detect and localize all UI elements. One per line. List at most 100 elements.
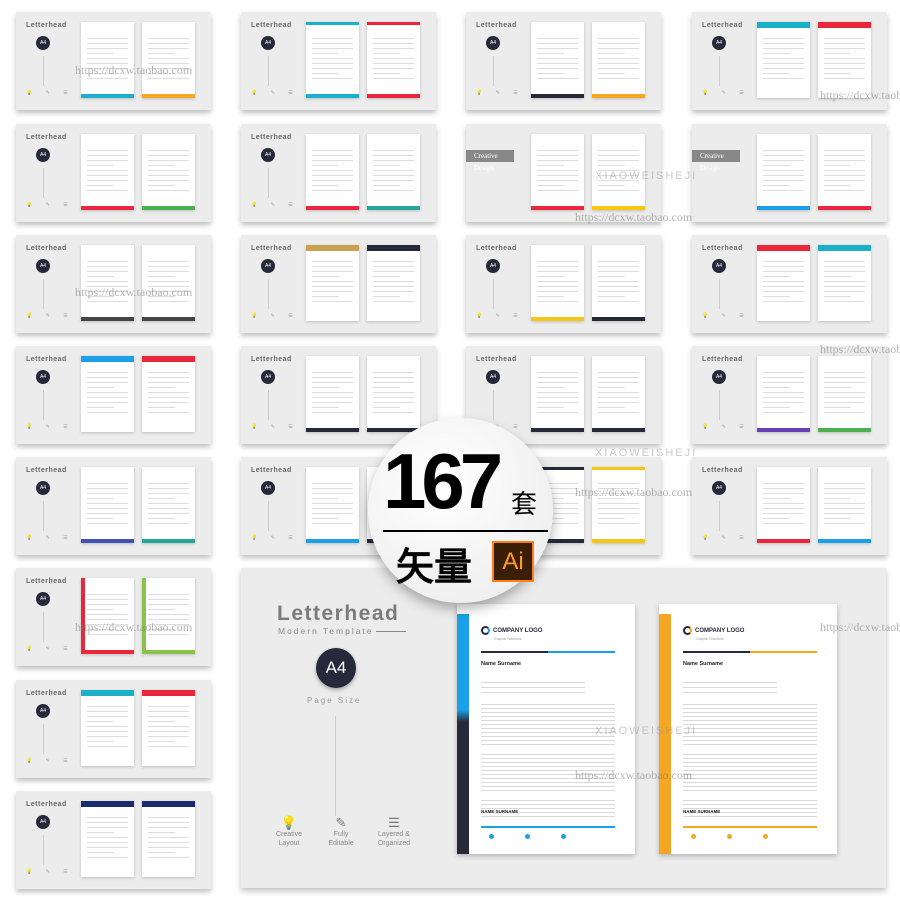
thumb-title: Letterhead bbox=[476, 22, 517, 29]
letterhead-thumbnail: Letterhead A4 💡 ✎ ☰ bbox=[16, 12, 211, 110]
lightbulb-icon: 💡 bbox=[280, 815, 298, 830]
thumb-title: Letterhead bbox=[476, 356, 517, 363]
letterhead-page bbox=[306, 134, 359, 210]
thumb-title: Letterhead bbox=[26, 690, 67, 697]
divider bbox=[335, 716, 336, 816]
letterhead-page bbox=[592, 245, 645, 321]
page-size-badge: A4 bbox=[316, 648, 356, 688]
thumb-title: Letterhead bbox=[26, 801, 67, 808]
thumb-title: Letterhead bbox=[26, 22, 67, 29]
feature-0: 💡 Creative Layout bbox=[269, 815, 309, 848]
letterhead-page bbox=[81, 356, 134, 432]
feature-icons: 💡 ✎ ☰ bbox=[251, 313, 299, 319]
vector-label: 矢量 bbox=[396, 547, 473, 589]
divider bbox=[43, 835, 44, 865]
divider bbox=[493, 56, 494, 86]
a4-badge: A4 bbox=[36, 370, 50, 384]
letterhead-thumbnail: Letterhead A4 💡 ✎ ☰ bbox=[16, 791, 211, 889]
feature-1: ✎ Fully Editable bbox=[321, 815, 361, 848]
feature-icons: 💡 ✎ ☰ bbox=[26, 869, 74, 875]
showcase-subtitle: Modern Template bbox=[278, 626, 374, 636]
a4-badge: A4 bbox=[486, 370, 500, 384]
letterhead-page bbox=[81, 578, 134, 654]
divider bbox=[719, 501, 720, 531]
letterhead-page bbox=[306, 22, 359, 98]
edit-icon: ✎ bbox=[335, 815, 347, 830]
feature-icons: 💡 ✎ ☰ bbox=[26, 758, 74, 764]
divider bbox=[268, 390, 269, 420]
letterhead-page bbox=[367, 134, 420, 210]
feature-icons: 💡 ✎ ☰ bbox=[26, 646, 74, 652]
footer-rule bbox=[683, 826, 817, 828]
letterhead-page bbox=[818, 245, 871, 321]
thumb-title: Letterhead bbox=[702, 356, 743, 363]
letterhead-page bbox=[306, 467, 359, 543]
thumb-title: Letterhead bbox=[702, 467, 743, 474]
feature-icons: 💡 ✎ ☰ bbox=[702, 424, 750, 430]
letterhead-page bbox=[818, 22, 871, 98]
letterhead-page bbox=[142, 801, 195, 877]
letterhead-page bbox=[306, 245, 359, 321]
count-unit: 套 bbox=[511, 489, 538, 519]
a4-badge: A4 bbox=[36, 704, 50, 718]
letterhead-thumbnail: Letterhead A4 💡 ✎ ☰ bbox=[16, 680, 211, 778]
thumb-title: Letterhead bbox=[251, 22, 292, 29]
feature-icons: 💡 ✎ ☰ bbox=[702, 313, 750, 319]
feature-label: Creative bbox=[275, 831, 303, 838]
thumb-title: Letterhead bbox=[26, 356, 67, 363]
divider bbox=[719, 56, 720, 86]
divider bbox=[719, 279, 720, 309]
company-tagline: Graphic Solutions bbox=[696, 637, 724, 641]
letterhead-page bbox=[531, 134, 584, 210]
divider bbox=[43, 56, 44, 86]
thumb-title: Letterhead bbox=[26, 245, 67, 252]
feature-icons: 💡 ✎ ☰ bbox=[26, 535, 74, 541]
letterhead-thumbnail: Letterhead A4 💡 ✎ ☰ bbox=[16, 124, 211, 222]
letterhead-page bbox=[757, 467, 810, 543]
thumb-title: Letterhead bbox=[702, 245, 743, 252]
divider bbox=[43, 501, 44, 531]
recipient-name: Name Surname bbox=[683, 661, 724, 667]
letterhead-page bbox=[367, 245, 420, 321]
letterhead-page bbox=[81, 22, 134, 98]
signature-name: NAME SURNAME bbox=[683, 809, 721, 814]
letterhead-page bbox=[142, 578, 195, 654]
letterhead-thumbnail: Letterhead A4 💡 ✎ ☰ bbox=[241, 346, 436, 444]
letterhead-page bbox=[531, 245, 584, 321]
feature-label: Layered & bbox=[378, 831, 410, 838]
divider bbox=[43, 168, 44, 198]
letterhead-thumbnail: Letterhead A4 💡 ✎ ☰ bbox=[692, 12, 887, 110]
letterhead-page bbox=[757, 134, 810, 210]
letterhead-page bbox=[81, 245, 134, 321]
feature-icons: 💡 ✎ ☰ bbox=[702, 90, 750, 96]
a4-badge: A4 bbox=[712, 370, 726, 384]
letterhead-page bbox=[81, 690, 134, 766]
divider bbox=[43, 279, 44, 309]
page-size-label: Page Size bbox=[307, 696, 362, 705]
letterhead-page bbox=[757, 245, 810, 321]
company-logo: COMPANY LOGO bbox=[481, 626, 542, 635]
a4-badge: A4 bbox=[712, 481, 726, 495]
letterhead-page bbox=[142, 134, 195, 210]
letterhead-preview-page: COMPANY LOGO Graphic Solutions Name Surn… bbox=[659, 604, 837, 854]
divider bbox=[493, 279, 494, 309]
showcase-title: Letterhead bbox=[277, 602, 400, 625]
letterhead-thumbnail: Letterhead A4 💡 ✎ ☰ bbox=[466, 12, 661, 110]
thumb-title: Letterhead bbox=[251, 356, 292, 363]
divider bbox=[268, 501, 269, 531]
letterhead-page bbox=[592, 467, 645, 543]
divider bbox=[268, 56, 269, 86]
company-tagline: Graphic Solutions bbox=[494, 637, 522, 641]
feature-icons: 💡 ✎ ☰ bbox=[26, 202, 74, 208]
feature-label: Editable bbox=[328, 840, 354, 847]
feature-icons: 💡 ✎ ☰ bbox=[26, 313, 74, 319]
header-rule bbox=[683, 651, 817, 653]
divider bbox=[43, 390, 44, 420]
a4-badge: A4 bbox=[486, 259, 500, 273]
letterhead-page bbox=[757, 22, 810, 98]
letterhead-thumbnail: Letterhead A4 💡 ✎ ☰ bbox=[16, 346, 211, 444]
letterhead-page bbox=[757, 356, 810, 432]
recipient-name: Name Surname bbox=[481, 661, 522, 667]
a4-badge: A4 bbox=[36, 592, 50, 606]
thumb-title: Letterhead bbox=[26, 467, 67, 474]
